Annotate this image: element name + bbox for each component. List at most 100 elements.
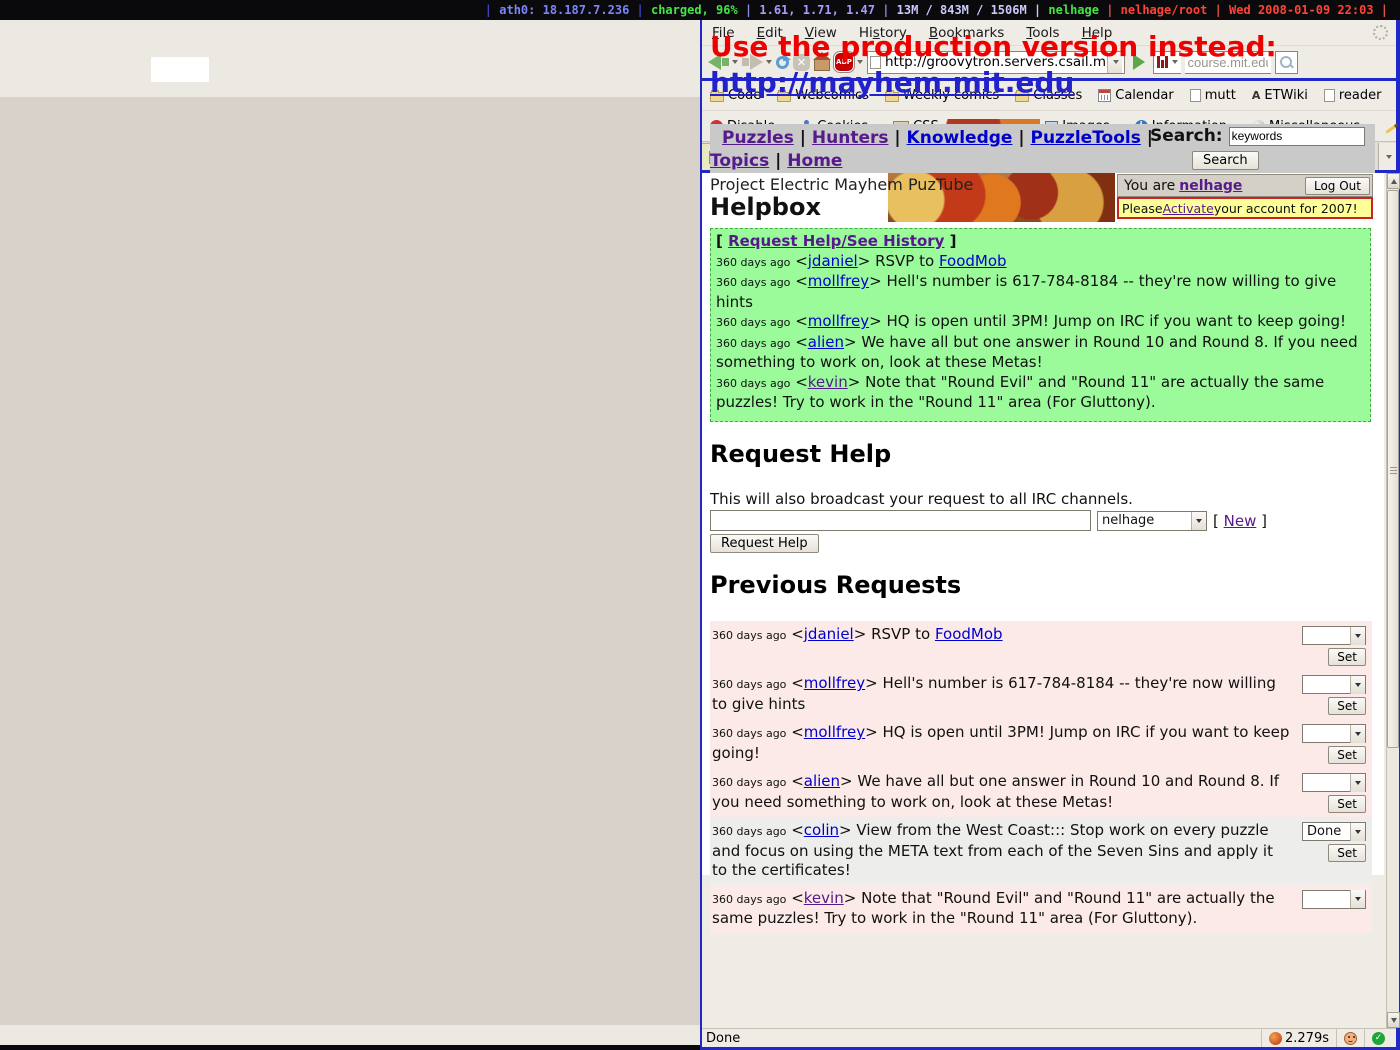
helpbox-entry: 360 days ago <alien> We have all but one… (716, 333, 1365, 373)
desktop-workspace (0, 97, 700, 1025)
status-select[interactable] (1302, 724, 1366, 743)
request-row: 360 days ago <mollfrey> Hell's number is… (710, 670, 1372, 719)
user-link[interactable]: colin (804, 821, 839, 839)
helpbox-history: [ Request Help/See History ] 360 days ag… (710, 228, 1371, 422)
tab-list-dropdown[interactable] (1378, 143, 1396, 170)
user-link[interactable]: alien (808, 333, 844, 351)
user-link[interactable]: mollfrey (804, 674, 865, 692)
calendar-icon (1098, 89, 1111, 102)
firefox-window: File Edit View History Bookmarks Tools H… (700, 20, 1400, 1050)
requester-select[interactable]: nelhage (1097, 511, 1207, 531)
desktop-panel-bottom (0, 1025, 700, 1045)
desktop-edge (0, 1045, 700, 1050)
status-select[interactable] (1302, 626, 1366, 645)
nav-hunters[interactable]: Hunters (812, 128, 889, 148)
smiley-icon (1344, 1032, 1357, 1045)
helpbox-entry: 360 days ago <mollfrey> Hell's number is… (716, 272, 1365, 312)
request-row: 360 days ago <jdaniel> RSVP to FoodMob S… (710, 621, 1372, 670)
user-link[interactable]: alien (804, 772, 840, 790)
request-text-input[interactable] (710, 510, 1091, 531)
user-link[interactable]: kevin (808, 373, 848, 391)
bookmark-calendar[interactable]: Calendar (1098, 88, 1173, 103)
set-button[interactable]: Set (1328, 746, 1366, 764)
user-link[interactable]: nelhage (1179, 178, 1242, 194)
desktop-panel-top (0, 20, 700, 97)
statusbar-sep: | (1027, 3, 1049, 17)
page-content: Use the production version instead: http… (702, 20, 1384, 875)
statusbar-battery: charged, 96% (651, 3, 738, 17)
scrollbar-thumb[interactable] (1387, 190, 1399, 748)
user-link[interactable]: mollfrey (808, 312, 869, 330)
previous-requests-list: 360 days ago <jdaniel> RSVP to FoodMob S… (710, 621, 1372, 875)
load-timer[interactable]: 2.279s (1261, 1029, 1336, 1047)
status-select[interactable] (1302, 773, 1366, 792)
status-select[interactable] (1302, 675, 1366, 694)
request-help-history-link[interactable]: Request Help/See History (728, 232, 944, 250)
account-box: You are nelhage Log Out (1117, 174, 1373, 197)
activate-alert: Please Activate your account for 2007! (1117, 197, 1373, 219)
browser-status-bar: Done 2.279s ✓ (702, 1028, 1396, 1047)
webdev-outline[interactable]: Outline (1385, 119, 1400, 134)
set-button[interactable]: Set (1328, 844, 1366, 862)
validator-status[interactable]: ✓ (1364, 1029, 1392, 1047)
page-title: Helpbox (710, 193, 821, 221)
nav-topics[interactable]: Topics (710, 151, 769, 171)
user-link[interactable]: jdaniel (804, 625, 854, 643)
scroll-up-button[interactable] (1387, 173, 1400, 189)
status-select[interactable]: Done (1302, 822, 1366, 841)
search-button[interactable]: Search (1192, 151, 1259, 170)
nav-puzzles[interactable]: Puzzles (722, 128, 794, 148)
request-row: 360 days ago <mollfrey> HQ is open until… (710, 719, 1372, 768)
scroll-down-button[interactable] (1387, 1012, 1400, 1028)
mayhem-link[interactable]: http://mayhem.mit.edu (710, 66, 1074, 99)
statusbar-sep: | (1374, 3, 1388, 17)
nav-puzzletools[interactable]: PuzzleTools (1031, 128, 1141, 148)
vertical-scrollbar[interactable] (1386, 173, 1399, 1028)
pencil-icon (1386, 123, 1399, 133)
bookmark-mutt[interactable]: mutt (1190, 88, 1236, 103)
set-button[interactable]: Set (1328, 648, 1366, 666)
statusbar-ip: ath0: 18.187.7.236 (499, 3, 629, 17)
set-button[interactable]: Set (1328, 697, 1366, 715)
statusbar-sep: | (485, 3, 499, 17)
bookmark-etwiki[interactable]: AETWiki (1252, 88, 1308, 103)
request-row: 360 days ago <alien> We have all but one… (710, 768, 1372, 817)
statusbar-sep: | (1207, 3, 1229, 17)
throbber-icon (1373, 25, 1388, 40)
user-link[interactable]: mollfrey (808, 272, 869, 290)
desktop-white-window[interactable] (151, 57, 209, 82)
nav-home[interactable]: Home (787, 151, 842, 171)
search-input[interactable] (1229, 127, 1365, 146)
request-help-description: This will also broadcast your request to… (710, 490, 1133, 508)
user-link[interactable]: jdaniel (808, 252, 858, 270)
request-help-button[interactable]: Request Help (710, 534, 819, 553)
page-icon (1324, 89, 1335, 102)
fasterfox-icon (1269, 1032, 1282, 1045)
logout-button[interactable]: Log Out (1305, 177, 1370, 195)
previous-requests-heading: Previous Requests (710, 571, 961, 599)
search-label: Search: (1150, 126, 1223, 146)
statusbar-sep: | (738, 3, 760, 17)
status-text: Done (706, 1031, 740, 1046)
statusbar-session: nelhage/root (1121, 3, 1208, 17)
statusbar-sep: | (629, 3, 651, 17)
statusbar-user: nelhage (1048, 3, 1099, 17)
foodmob-link[interactable]: FoodMob (935, 625, 1003, 643)
search-go-icon[interactable] (1275, 51, 1298, 74)
helpbox-entry: 360 days ago <jdaniel> RSVP to FoodMob (716, 252, 1365, 273)
statusbar-memory: 13M / 843M / 1506M (897, 3, 1027, 17)
set-button[interactable]: Set (1328, 795, 1366, 813)
user-link[interactable]: mollfrey (804, 723, 865, 741)
check-icon: ✓ (1372, 1032, 1385, 1045)
select-arrow-icon[interactable] (1191, 512, 1206, 530)
nav-knowledge[interactable]: Knowledge (907, 128, 1013, 148)
helpbox-entry: 360 days ago <kevin> Note that "Round Ev… (716, 373, 1365, 413)
statusbar-sep: | (1099, 3, 1121, 17)
extension-status[interactable] (1336, 1029, 1364, 1047)
foodmob-link[interactable]: FoodMob (939, 252, 1007, 270)
bookmark-reader[interactable]: reader (1324, 88, 1382, 103)
new-requester-link[interactable]: New (1224, 512, 1257, 530)
statusbar-sep: | (875, 3, 897, 17)
request-help-heading: Request Help (710, 440, 891, 468)
activate-link[interactable]: Activate (1163, 201, 1214, 216)
